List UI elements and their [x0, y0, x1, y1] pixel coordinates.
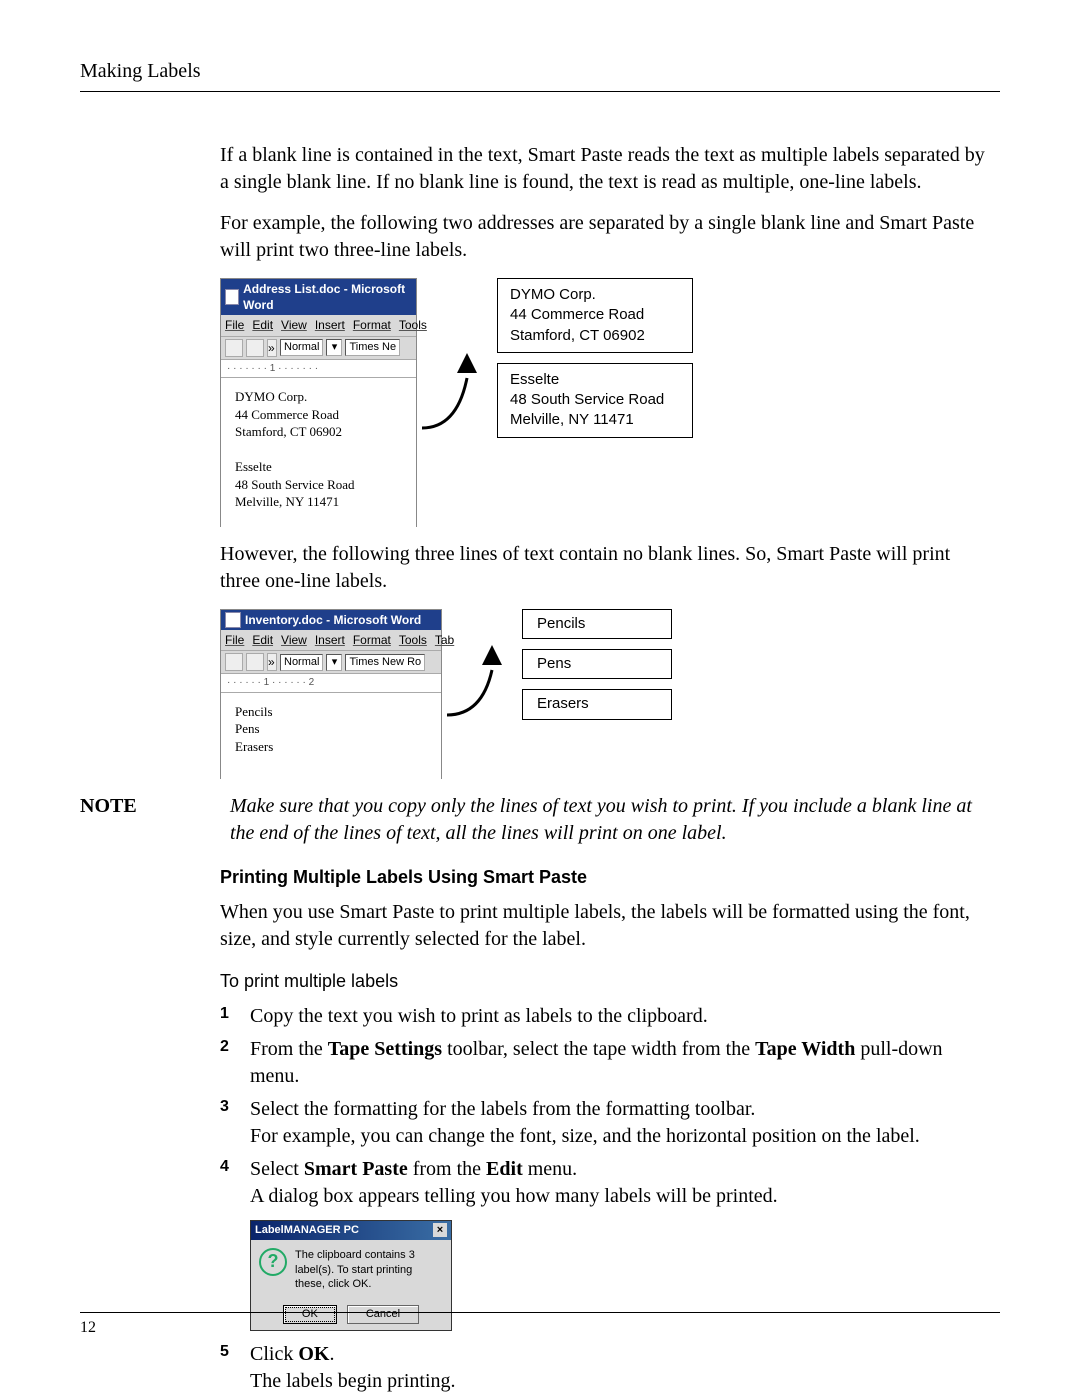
section-subhead: Printing Multiple Labels Using Smart Pas… — [220, 865, 990, 889]
dialog-message: The clipboard contains 3 label(s). To st… — [295, 1248, 443, 1291]
style-dropdown-icon: ▾ — [326, 339, 342, 356]
procedure-head: To print multiple labels — [220, 969, 990, 993]
ruler: · · · · · · 1 · · · · · · 2 — [221, 674, 441, 693]
intro-p2: For example, the following two addresses… — [220, 210, 990, 264]
output-labels-2: Pencils Pens Erasers — [522, 609, 672, 720]
toolbar-btn — [225, 653, 243, 671]
step-num: 3 — [220, 1096, 250, 1150]
page-number: 12 — [80, 1319, 96, 1336]
style-dropdown-icon: ▾ — [326, 654, 342, 671]
step-text: Copy the text you wish to print as label… — [250, 1003, 990, 1030]
arrow-icon — [417, 338, 497, 466]
toolbar-btn — [225, 339, 243, 357]
figure-2: Inventory.doc - Microsoft Word FileEditV… — [220, 609, 990, 779]
step-text: From the Tape Settings toolbar, select t… — [250, 1036, 990, 1090]
close-icon[interactable]: × — [433, 1223, 447, 1237]
word-title-text: Inventory.doc - Microsoft Word — [245, 612, 421, 628]
step-num: 5 — [220, 1341, 250, 1395]
word-window-1: Address List.doc - Microsoft Word FileEd… — [220, 278, 417, 527]
toolbar-dropdown: » — [267, 339, 277, 357]
figure-1: Address List.doc - Microsoft Word FileEd… — [220, 278, 990, 527]
toolbar-btn — [246, 339, 264, 357]
step-text: Select the formatting for the labels fro… — [250, 1096, 990, 1150]
page-header: Making Labels — [80, 60, 1000, 92]
word-titlebar: Inventory.doc - Microsoft Word — [221, 610, 441, 630]
step-num: 1 — [220, 1003, 250, 1030]
word-toolbar: » Normal ▾ Times Ne — [221, 337, 416, 360]
dialog-title-text: LabelMANAGER PC — [255, 1223, 359, 1238]
font-select: Times New Ro — [345, 654, 425, 671]
font-select: Times Ne — [345, 339, 400, 356]
note-block: NOTE Make sure that you copy only the li… — [220, 793, 990, 847]
question-icon: ? — [259, 1248, 287, 1276]
label-output: Esselte48 South Service RoadMelville, NY… — [497, 363, 693, 438]
word-menu: FileEditViewInsertFormatTools — [221, 315, 416, 336]
word-title-text: Address List.doc - Microsoft Word — [243, 281, 412, 313]
steps-list-cont: 5Click OK.The labels begin printing. — [220, 1341, 990, 1395]
label-output: Pens — [522, 649, 672, 679]
page-footer: 12 — [80, 1312, 1000, 1337]
word-window-2: Inventory.doc - Microsoft Word FileEditV… — [220, 609, 442, 779]
toolbar-dropdown: » — [267, 653, 277, 671]
word-menu: FileEditViewInsertFormatToolsTab — [221, 630, 441, 651]
label-output: Pencils — [522, 609, 672, 639]
toolbar-btn — [246, 653, 264, 671]
word-icon — [225, 289, 239, 305]
arrow-icon — [442, 635, 522, 753]
dialog-titlebar: LabelMANAGER PC × — [251, 1221, 451, 1240]
subhead-intro: When you use Smart Paste to print multip… — [220, 899, 990, 953]
word-titlebar: Address List.doc - Microsoft Word — [221, 279, 416, 315]
word-doc: DYMO Corp. 44 Commerce Road Stamford, CT… — [221, 378, 416, 527]
step-num: 4 — [220, 1156, 250, 1210]
note-text: Make sure that you copy only the lines o… — [230, 793, 990, 847]
word-doc: Pencils Pens Erasers — [221, 693, 441, 779]
ruler: · · · · · · · 1 · · · · · · · — [221, 360, 416, 379]
intro-p3: However, the following three lines of te… — [220, 541, 990, 595]
steps-list: 1Copy the text you wish to print as labe… — [220, 1003, 990, 1210]
word-toolbar: » Normal ▾ Times New Ro — [221, 651, 441, 674]
step-num: 2 — [220, 1036, 250, 1090]
step-text: Click OK.The labels begin printing. — [250, 1341, 990, 1395]
style-select: Normal — [280, 654, 323, 671]
label-output: DYMO Corp.44 Commerce RoadStamford, CT 0… — [497, 278, 693, 353]
word-icon — [225, 612, 241, 628]
step-text: Select Smart Paste from the Edit menu.A … — [250, 1156, 990, 1210]
intro-p1: If a blank line is contained in the text… — [220, 142, 990, 196]
note-label: NOTE — [80, 793, 230, 847]
output-labels-1: DYMO Corp.44 Commerce RoadStamford, CT 0… — [497, 278, 693, 438]
label-output: Erasers — [522, 689, 672, 719]
style-select: Normal — [280, 339, 323, 356]
